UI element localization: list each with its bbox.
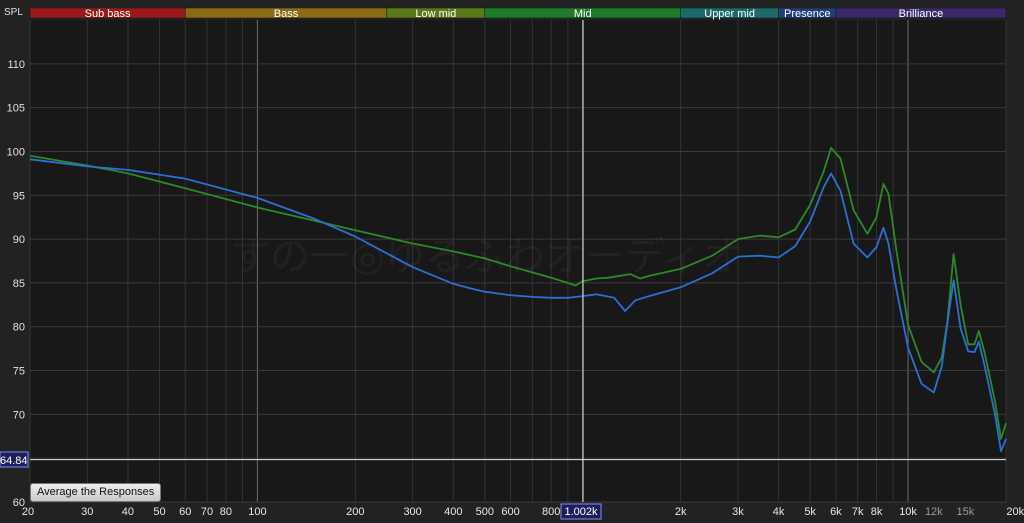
- band-label: Mid: [574, 8, 592, 20]
- x-tick-label: 200: [346, 506, 364, 518]
- average-responses-button[interactable]: Average the Responses: [30, 483, 162, 502]
- y-tick-label: 80: [13, 322, 25, 334]
- x-tick-label: 40: [122, 506, 134, 518]
- cursor-y-label: 64.84: [0, 455, 28, 467]
- x-tick-label: 10k: [899, 506, 917, 518]
- band-label: Sub bass: [85, 8, 131, 20]
- x-tick-label: 7k: [852, 506, 864, 518]
- band-label: Bass: [274, 8, 299, 20]
- x-tick-label: 600: [501, 506, 519, 518]
- frequency-band-bar: Sub bass Bass Low mid Mid Upper mid Presence B…: [29, 7, 1007, 20]
- x-tick-label: 12k: [925, 506, 943, 518]
- frequency-response-chart: すの一◎ゆるふわオーディオ Sub bass Bass Low mid Mid Uppe…: [0, 0, 1024, 523]
- cursor-x-label: 1.002k: [564, 506, 598, 518]
- x-tick-label: 70: [201, 506, 213, 518]
- x-tick-label: 50: [153, 506, 165, 518]
- y-tick-label: 85: [13, 278, 25, 290]
- cursor-x-readout[interactable]: 1.002k: [560, 503, 602, 520]
- band-label: Low mid: [415, 8, 456, 20]
- y-tick-label: 105: [7, 103, 25, 115]
- x-tick-label: 3k: [732, 506, 744, 518]
- x-tick-label: 300: [403, 506, 421, 518]
- x-tick-label: 5k: [804, 506, 816, 518]
- y-tick-label: 95: [13, 190, 25, 202]
- cursor-y-readout[interactable]: 64.84: [0, 451, 29, 468]
- band-label: Upper mid: [704, 8, 755, 20]
- x-tick-label: 30: [81, 506, 93, 518]
- x-tick-label: 6k: [830, 506, 842, 518]
- x-tick-label: 2k: [675, 506, 687, 518]
- y-tick-label: 70: [13, 409, 25, 421]
- x-tick-label: 15k: [956, 506, 974, 518]
- x-tick-label: 100: [248, 506, 266, 518]
- x-tick-label: 500: [476, 506, 494, 518]
- y-tick-label: 75: [13, 366, 25, 378]
- y-tick-label: 90: [13, 234, 25, 246]
- band-label: Presence: [784, 8, 830, 20]
- y-tick-label: 110: [7, 59, 25, 71]
- x-tick-label: 80: [220, 506, 232, 518]
- x-tick-label: 20kHz: [1006, 506, 1024, 518]
- x-tick-label: 4k: [773, 506, 785, 518]
- x-tick-label: 60: [179, 506, 191, 518]
- y-axis-title: SPL: [4, 7, 23, 18]
- x-tick-label: 20: [22, 506, 34, 518]
- y-tick-label: 100: [7, 146, 25, 158]
- x-tick-label: 400: [444, 506, 462, 518]
- band-label: Brilliance: [899, 8, 944, 20]
- x-tick-label: 800: [542, 506, 560, 518]
- x-tick-label: 8k: [871, 506, 883, 518]
